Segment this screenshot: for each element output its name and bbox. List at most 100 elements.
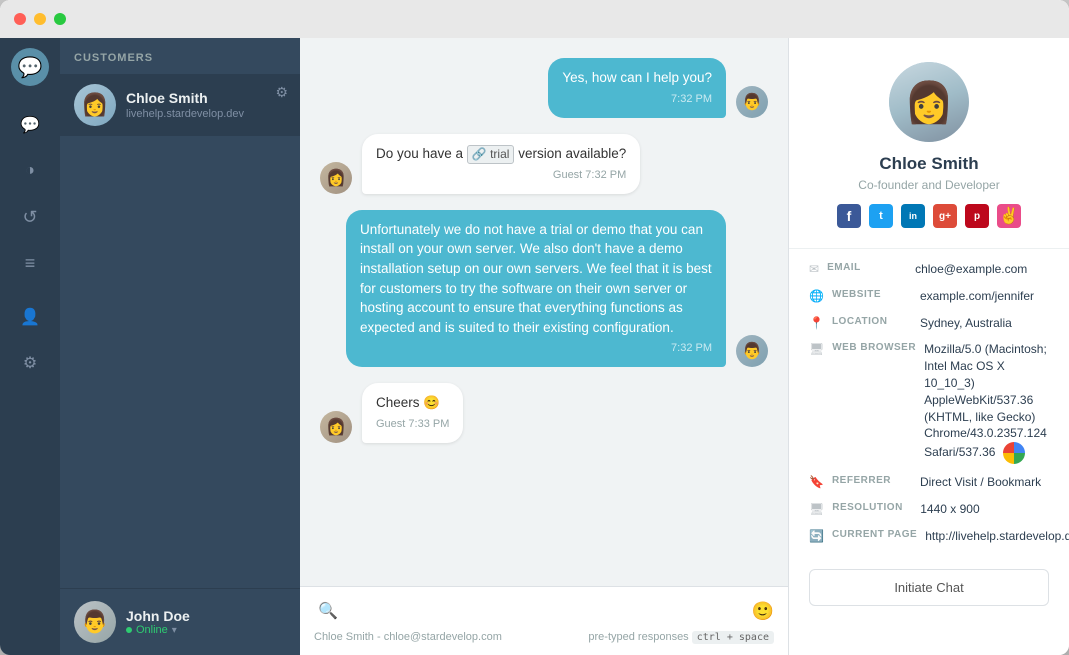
resolution-label: RESOLUTION <box>832 501 912 513</box>
message-row-2: 👩 Do you have a 🔗 trial version availabl… <box>320 134 768 194</box>
website-icon: 🌐 <box>809 288 824 303</box>
customer-panel: Customers 👩 Chloe Smith livehelp.stardev… <box>60 38 300 655</box>
info-row-current-page: 🔄 CURRENT PAGE http://livehelp.stardevel… <box>809 528 1049 545</box>
minimize-button[interactable] <box>34 13 46 25</box>
message-avatar-agent-3: 👨 <box>736 335 768 367</box>
info-row-resolution: 🖥 RESOLUTION 1440 x 900 <box>809 501 1049 518</box>
facebook-icon[interactable]: f <box>837 204 861 228</box>
search-icon: 🔍 <box>314 597 342 625</box>
agent-name: John Doe <box>126 608 190 624</box>
referrer-icon: 🔖 <box>809 474 824 489</box>
shortcut-key: ctrl + space <box>692 631 774 644</box>
message-text-4: Cheers 😊 <box>376 393 449 413</box>
profile-pic-inner: 👩 <box>889 62 969 142</box>
agent-item-john[interactable]: 👨 John Doe Online ▾ <box>60 589 300 655</box>
message-bubble-4: Cheers 😊 Guest 7:33 PM <box>362 383 463 443</box>
agent-footer-label: Chloe Smith - chloe@stardevelop.com <box>314 631 502 643</box>
resolution-icon: 🖥 <box>809 501 824 516</box>
sidebar-item-list[interactable]: ≡ <box>11 244 49 282</box>
referrer-value: Direct Visit / Bookmark <box>920 474 1041 491</box>
email-icon: ✉ <box>809 261 819 276</box>
resolution-value: 1440 x 900 <box>920 501 979 518</box>
pinterest-icon[interactable]: p <box>965 204 989 228</box>
chat-input[interactable] <box>350 604 744 619</box>
info-row-referrer: 🔖 REFERRER Direct Visit / Bookmark <box>809 474 1049 491</box>
status-dot <box>126 627 132 633</box>
agent-info-john: John Doe Online ▾ <box>126 608 190 636</box>
message-row-1: Yes, how can I help you? 7:32 PM 👨 <box>320 58 768 118</box>
customer-avatar-chloe: 👩 <box>74 84 116 126</box>
browser-icon-wrap: 🖥 <box>809 341 824 356</box>
chat-input-area: 🔍 🙂 Chloe Smith - chloe@stardevelop.com … <box>300 586 788 655</box>
message-row-4: 👩 Cheers 😊 Guest 7:33 PM <box>320 383 768 443</box>
maximize-button[interactable] <box>54 13 66 25</box>
chrome-icon <box>1003 442 1025 464</box>
message-bubble-2: Do you have a 🔗 trial version available?… <box>362 134 640 194</box>
sidebar-item-analytics[interactable]: ◑ <box>11 152 49 190</box>
profile-title: Co-founder and Developer <box>858 178 999 192</box>
profile-section: 👩 Chloe Smith Co-founder and Developer f… <box>789 38 1069 249</box>
info-row-website: 🌐 WEBSITE example.com/jennifer <box>809 288 1049 305</box>
message-time-2: Guest 7:32 PM <box>376 168 626 184</box>
location-value: Sydney, Australia <box>920 315 1012 332</box>
dribbble-icon[interactable]: ✌ <box>997 204 1021 228</box>
referrer-label: REFERRER <box>832 474 912 486</box>
browser-value: Mozilla/5.0 (Macintosh; Intel Mac OS X 1… <box>924 341 1049 464</box>
browser-label: WEB BROWSER <box>832 341 916 353</box>
analytics-icon: ◑ <box>25 162 35 180</box>
trial-tag: 🔗 trial <box>467 145 515 164</box>
user-icon: 👤 <box>20 307 40 327</box>
sidebar-item-users[interactable]: 👤 <box>11 298 49 336</box>
profile-picture: 👩 <box>889 62 969 142</box>
info-section: ✉ EMAIL chloe@example.com 🌐 WEBSITE exam… <box>789 249 1069 557</box>
history-icon: ↺ <box>22 207 37 228</box>
agent-section: 👨 John Doe Online ▾ <box>60 588 300 655</box>
current-page-label: CURRENT PAGE <box>832 528 917 540</box>
profile-name: Chloe Smith <box>879 154 978 174</box>
customer-list-item-chloe[interactable]: 👩 Chloe Smith livehelp.stardevelop.dev ⚙ <box>60 74 300 136</box>
message-row-3: Unfortunately we do not have a trial or … <box>320 210 768 367</box>
message-time-4: Guest 7:33 PM <box>376 417 449 433</box>
agent-avatar-john: 👨 <box>74 601 116 643</box>
current-page-value: http://livehelp.stardevelop.dev/lates... <box>925 528 1069 545</box>
sidebar-item-chat[interactable]: 💬 <box>11 106 49 144</box>
message-text-3: Unfortunately we do not have a trial or … <box>360 220 712 337</box>
sidebar: 💬 💬 ◑ ↺ ≡ 👤 ⚙ <box>0 38 60 655</box>
page-icon: 🔄 <box>809 528 824 543</box>
customer-name-chloe: Chloe Smith <box>126 90 286 106</box>
message-time-1: 7:32 PM <box>562 92 712 108</box>
app-window: 💬 💬 ◑ ↺ ≡ 👤 ⚙ Customers <box>0 0 1069 655</box>
titlebar <box>0 0 1069 38</box>
message-bubble-3: Unfortunately we do not have a trial or … <box>346 210 726 367</box>
chat-icon: 💬 <box>20 115 40 135</box>
info-row-email: ✉ EMAIL chloe@example.com <box>809 261 1049 278</box>
chat-area: Yes, how can I help you? 7:32 PM 👨 👩 <box>300 38 789 655</box>
initiate-chat-button[interactable]: Initiate Chat <box>809 569 1049 606</box>
sidebar-item-settings[interactable]: ⚙ <box>11 344 49 382</box>
emoji-button[interactable]: 🙂 <box>752 601 774 622</box>
message-text-1: Yes, how can I help you? <box>562 68 712 88</box>
chat-footer: Chloe Smith - chloe@stardevelop.com pre-… <box>314 625 774 645</box>
website-label: WEBSITE <box>832 288 912 300</box>
chat-logo-icon: 💬 <box>18 55 43 80</box>
close-button[interactable] <box>14 13 26 25</box>
message-time-3: 7:32 PM <box>360 341 712 357</box>
location-label: LOCATION <box>832 315 912 327</box>
gear-icon[interactable]: ⚙ <box>275 84 288 101</box>
twitter-icon[interactable]: t <box>869 204 893 228</box>
message-avatar-guest-2: 👩 <box>320 162 352 194</box>
googleplus-icon[interactable]: g+ <box>933 204 957 228</box>
message-avatar-guest-4: 👩 <box>320 411 352 443</box>
customers-header: Customers <box>60 38 300 74</box>
app-body: 💬 💬 ◑ ↺ ≡ 👤 ⚙ Customers <box>0 38 1069 655</box>
website-value: example.com/jennifer <box>920 288 1034 305</box>
social-icons: f t in g+ p ✌ <box>837 204 1021 228</box>
linkedin-icon[interactable]: in <box>901 204 925 228</box>
message-text-2: Do you have a 🔗 trial version available? <box>376 144 626 164</box>
settings-icon: ⚙ <box>23 353 37 373</box>
info-row-browser: 🖥 WEB BROWSER Mozilla/5.0 (Macintosh; In… <box>809 341 1049 464</box>
customer-info-chloe: Chloe Smith livehelp.stardevelop.dev <box>126 90 286 120</box>
message-avatar-agent-1: 👨 <box>736 86 768 118</box>
sidebar-item-history[interactable]: ↺ <box>11 198 49 236</box>
chat-messages: Yes, how can I help you? 7:32 PM 👨 👩 <box>300 38 788 453</box>
